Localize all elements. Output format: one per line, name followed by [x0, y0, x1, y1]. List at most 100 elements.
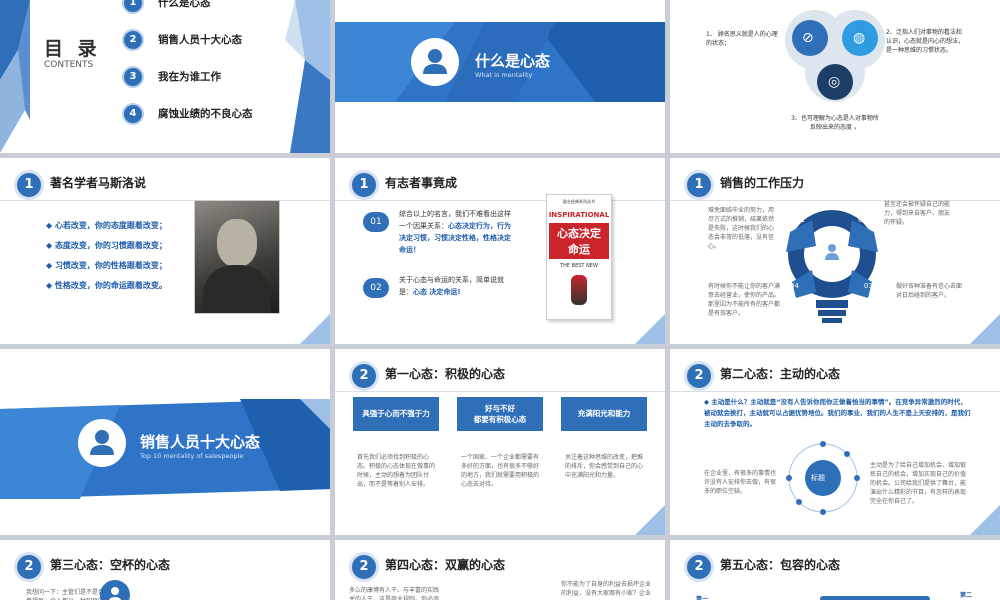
- quote-line: ◆ 习惯改变，你的性格跟着改变；: [46, 261, 167, 270]
- slide-win-win[interactable]: 2 第四心态：双赢的心态 多么的康博有人干、与丰富的实践关的人干，这是商业规则。…: [335, 540, 665, 600]
- pressure-text-1: 难免面临毕业的努力，用尽方式的推销，结果依然是失败，这时候我们的心态会非常的低落…: [708, 207, 775, 250]
- slide-maslow[interactable]: 1 著名学者马斯洛说 ◆ 心若改变，你的态度跟着改变； ◆ 态度改变，你的习惯跟…: [0, 158, 330, 344]
- quadrant-03: 03: [864, 282, 873, 290]
- figure-illustration: [571, 275, 587, 305]
- item-text-01: 综合以上的名言，我们不难看出这样一个因果关系：心态决定行为，行为决定习惯，习惯决…: [399, 210, 511, 254]
- section-number-badge: 1: [14, 170, 44, 200]
- toc-item-3[interactable]: 3 我在为谁工作: [122, 66, 322, 88]
- slide-title: 销售的工作压力: [720, 176, 805, 190]
- section-number-badge: 2: [349, 361, 379, 391]
- item-number-02: 02: [363, 278, 389, 298]
- corner-decoration: [970, 314, 1000, 344]
- slide-title: 第三心态：空杯的心态: [50, 558, 171, 572]
- slide-toc[interactable]: 目 录 CONTENTS 1 什么是心态 2 销售人员十大心态 3 我在为谁工作…: [0, 0, 330, 153]
- toc-item-label: 我在为谁工作: [158, 71, 221, 83]
- toc-number-badge: 4: [122, 103, 144, 125]
- slide-proactive-mindset[interactable]: 2 第二心态：主动的心态 ◆ 主动是什么？主动就是“没有人告诉你而你正做着恰当的…: [670, 349, 1000, 535]
- user-icon-badge: [411, 38, 459, 86]
- definition-2: 2、泛指人们对事物的看法和认识，心态就是内心的想法，是一种思维的习惯状态。: [886, 29, 965, 54]
- toc-item-2[interactable]: 2 销售人员十大心态: [122, 29, 322, 51]
- section-subtitle: Top 10 mentality of salespeople: [140, 452, 244, 460]
- proactive-left-text: 在企业里，有很多的事情也许没有人安排你去做，有很多的职位空缺。: [704, 470, 777, 495]
- toc-subtitle: CONTENTS: [44, 60, 94, 70]
- proactive-right-text: 主动是为了给自己增加机会、增加锻炼自己的机会，增加实现自己的价值的机会。公司给我…: [870, 462, 967, 505]
- quote-line: ◆ 态度改变，你的习惯跟着改变；: [46, 241, 167, 250]
- slide-tolerance[interactable]: 2 第五心态：包容的心态 第一 第二: [670, 540, 1000, 600]
- blue-bar: [820, 596, 930, 600]
- slide-title: 有志者事竟成: [385, 176, 458, 190]
- book-cover: 励志经典系列丛书 INSPIRATIONAL 心态决定 命运 THE BEST …: [546, 194, 612, 320]
- section-number-badge: 2: [349, 552, 379, 582]
- toc-number-badge: 1: [122, 0, 144, 14]
- venn-diagram: [785, 10, 885, 102]
- quadrant-04: 04: [790, 282, 799, 290]
- header-divider: [335, 391, 665, 392]
- user-icon: [423, 49, 447, 74]
- section-number-badge: 1: [684, 170, 714, 200]
- quote-line: ◆ 性格改变，你的命运跟着改变。: [46, 281, 167, 290]
- slide-text: 我想问一下：主管们是不是会希望每一个人都以一种积极的心态: [26, 589, 104, 600]
- slide-title: 第四心态：双赢的心态: [385, 558, 506, 572]
- hub-label: 标题: [811, 474, 825, 482]
- toc-item-label: 销售人员十大心态: [158, 34, 242, 46]
- slide-section-1[interactable]: 什么是心态 What is mentality: [335, 0, 665, 153]
- mindset-text-3: 关注着这种思维的改变，把推的排斥，你会感觉到自己的心中充满阳光和力量。: [565, 454, 644, 479]
- section-subtitle: What is mentality: [475, 71, 533, 79]
- polygon-decoration-left: [0, 0, 30, 153]
- slide-work-pressure[interactable]: 1 销售的工作压力 难免面临毕业的努力，用尽方式的推销，结果依然是失败，这时候我…: [670, 158, 1000, 344]
- target-icon: ◎: [828, 74, 841, 90]
- pressure-text-4: 有时候你不能让你的客户满意去经营业，使你的产品。那里因为不能所有的客户都是有效客…: [708, 283, 781, 317]
- toc-item-label: 什么是心态: [158, 0, 211, 9]
- slide-positive-mindset[interactable]: 2 第一心态：积极的心态 具强于心而不强于力 好与不好 都要有积极心态 充满阳光…: [335, 349, 665, 535]
- quadrant-01: 01: [796, 216, 805, 224]
- header-divider: [0, 200, 330, 201]
- header-divider: [670, 391, 1000, 392]
- slide-text-left: 多么的康博有人干、与丰富的实践关的人干，这是商业规则。你必须站在: [349, 587, 440, 600]
- compass-icon: ⊘: [802, 30, 814, 46]
- toc-item-1[interactable]: 1 什么是心态: [122, 0, 322, 14]
- mindset-box-3: 充满阳光和能力: [561, 397, 647, 431]
- slide-determination[interactable]: 1 有志者事竟成 01 综合以上的名言，我们不难看出这样一个因果关系：心态决定行…: [335, 158, 665, 344]
- toc-number-badge: 2: [122, 29, 144, 51]
- slide-title: 第二心态：主动的心态: [720, 367, 841, 381]
- mindset-text-2: 一个国家、一个企业都需要有多好的方面，也有很多不够好的地方，我们就需要用积极的心…: [461, 454, 540, 488]
- item-text-02: 关于心态与命运的关系，简单说就是：心态 决定命运!: [399, 276, 504, 296]
- item-number-01: 01: [363, 212, 389, 232]
- mindset-box-2: 好与不好 都要有积极心态: [457, 397, 543, 431]
- corner-decoration: [635, 314, 665, 344]
- tag-left: 第一: [696, 596, 709, 600]
- user-icon: [90, 430, 114, 455]
- corner-decoration: [300, 314, 330, 344]
- tag-right: 第二: [960, 592, 973, 599]
- definition-3: 3、也可理解为心态是人对事物所反映出来的态度 。: [791, 115, 879, 131]
- toc-number-badge: 3: [122, 66, 144, 88]
- user-icon: [108, 587, 122, 600]
- toc-title: 目 录: [44, 38, 101, 60]
- slide-text-right: 你不能为了自身的利益去损坏企业的利益，没有大家哪有小家？企业: [561, 581, 652, 597]
- section-title: 什么是心态: [475, 52, 551, 70]
- globe-icon: ◍: [853, 30, 866, 46]
- pressure-text-3: 做好各种准备有信心去面对日后碰到的客户。: [896, 283, 963, 299]
- section-number-badge: 2: [684, 361, 714, 391]
- user-icon-badge: [100, 580, 130, 600]
- slide-title: 第一心态：积极的心态: [385, 367, 506, 381]
- user-icon-badge: [78, 419, 126, 467]
- mindset-text-1: 首先我们必须找到积极的心态。积极的心态体现在做事的时候，主动的想着为团队付出，而…: [357, 454, 436, 488]
- toc-item-4[interactable]: 4 腐蚀业绩的不良心态: [122, 103, 322, 125]
- quote-line: ◆ 心若改变，你的态度跟着改变；: [46, 221, 167, 230]
- corner-decoration: [635, 505, 665, 535]
- section-number-badge: 1: [349, 170, 379, 200]
- slide-section-2[interactable]: 销售人员十大心态 Top 10 mentality of salespeople: [0, 349, 330, 535]
- portrait-photo: [194, 200, 280, 314]
- bulb-user-icon: [822, 242, 842, 262]
- mindset-box-1: 具强于心而不强于力: [353, 397, 439, 431]
- slide-definition[interactable]: 1、 顾名思义就是人的心理的状态； 2、泛指人们对事物的看法和认识，心态就是内心…: [670, 0, 1000, 153]
- quote-list: ◆ 心若改变，你的态度跟着改变； ◆ 态度改变，你的习惯跟着改变； ◆ 习惯改变…: [46, 216, 167, 296]
- slide-title: 著名学者马斯洛说: [50, 176, 147, 190]
- toc-item-label: 腐蚀业绩的不良心态: [158, 108, 253, 120]
- section-title: 销售人员十大心态: [140, 433, 261, 451]
- slide-empty-cup[interactable]: 2 第三心态：空杯的心态 我想问一下：主管们是不是会希望每一个人都以一种积极的心…: [0, 540, 330, 600]
- corner-decoration: [970, 505, 1000, 535]
- header-divider: [335, 200, 665, 201]
- lead-paragraph: ◆ 主动是什么？主动就是“没有人告诉你而你正做着恰当的事情”。在竞争异常激烈的时…: [704, 398, 971, 428]
